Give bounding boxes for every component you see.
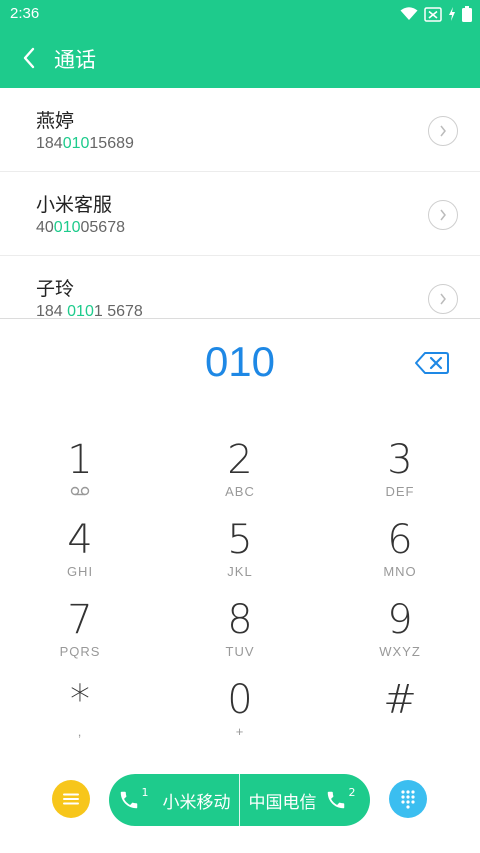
number-segment: 40	[36, 219, 54, 236]
key-letters: +	[235, 724, 245, 739]
phone-icon	[327, 791, 344, 809]
number-segment: 1 5678	[93, 303, 143, 318]
key-0[interactable]: 0 +	[180, 678, 300, 758]
key-hash[interactable]: #	[340, 678, 460, 758]
key-letters: MNO	[383, 564, 417, 579]
key-3[interactable]: 3 DEF	[340, 438, 460, 518]
app-bar: 通话	[0, 28, 480, 88]
menu-button[interactable]	[52, 780, 90, 818]
sim1-label: 小米移动	[162, 792, 231, 813]
key-digit: 1	[67, 437, 93, 483]
key-8[interactable]: 8 TUV	[180, 598, 300, 678]
key-letters: TUV	[225, 644, 255, 659]
back-button[interactable]	[14, 43, 44, 73]
wifi-icon	[400, 7, 418, 21]
contact-row[interactable]: 子玲 184 0101 5678	[0, 256, 480, 318]
status-icons	[400, 6, 472, 22]
keypad-toggle-button[interactable]	[389, 780, 427, 818]
contact-name: 燕婷	[36, 110, 75, 132]
key-letters: PQRS	[59, 644, 101, 659]
key-digit: 6	[387, 517, 413, 563]
number-match-highlight: 010	[62, 135, 90, 152]
key-digit: #	[383, 677, 417, 723]
phone-icon	[120, 791, 137, 809]
contact-name: 小米客服	[36, 194, 113, 216]
contact-detail-button[interactable]	[428, 200, 458, 230]
dialed-number-display: 010	[204, 338, 276, 385]
number-segment: 15689	[89, 135, 134, 152]
sim2-index: 2	[348, 785, 356, 799]
key-6[interactable]: 6 MNO	[340, 518, 460, 598]
key-letters: GHI	[66, 564, 94, 579]
call-sim2-button[interactable]: 中国电信 2	[240, 774, 370, 826]
key-digit: 7	[67, 597, 93, 643]
number-segment: 184	[36, 303, 68, 318]
key-letters: WXYZ	[379, 644, 421, 659]
sim1-index: 1	[141, 785, 149, 799]
page-title: 通话	[54, 48, 96, 72]
call-button-group: 1 小米移动 中国电信 2	[109, 774, 370, 826]
number-segment: 05678	[80, 219, 126, 236]
number-match-highlight: 010	[67, 303, 94, 318]
key-2[interactable]: 2 ABC	[180, 438, 300, 518]
backspace-button[interactable]	[414, 350, 450, 376]
key-letters: ABC	[225, 484, 255, 499]
contact-row[interactable]: 燕婷 18401015689	[0, 88, 480, 172]
battery-icon	[462, 6, 472, 22]
key-digit: 4	[67, 517, 93, 563]
bottom-action-bar: 1 小米移动 中国电信 2	[0, 770, 480, 830]
sim2-label: 中国电信	[248, 792, 317, 813]
key-4[interactable]: 4 GHI	[20, 518, 140, 598]
key-digit: 9	[387, 597, 413, 643]
key-digit: 2	[227, 437, 253, 483]
sim-no-signal-icon	[424, 6, 442, 22]
key-digit: 0	[227, 677, 253, 723]
key-letters: JKL	[227, 564, 253, 579]
contact-row[interactable]: 小米客服 4001005678	[0, 172, 480, 256]
divider	[0, 318, 480, 319]
contact-number: 18401015689	[36, 135, 134, 153]
key-letters: DEF	[385, 484, 415, 499]
key-letters: ,	[77, 724, 83, 739]
dialpad-icon	[401, 790, 415, 809]
number-segment: 184	[36, 135, 63, 152]
status-bar: 2:36	[0, 0, 480, 28]
charging-icon	[448, 7, 456, 21]
contact-detail-button[interactable]	[428, 116, 458, 146]
contact-detail-button[interactable]	[428, 284, 458, 314]
key-digit: 5	[227, 517, 253, 563]
backspace-icon	[415, 352, 449, 374]
contact-number: 184 0101 5678	[36, 303, 143, 318]
chevron-right-icon	[440, 125, 446, 137]
key-7[interactable]: 7 PQRS	[20, 598, 140, 678]
call-sim1-button[interactable]: 1 小米移动	[109, 774, 239, 826]
key-digit: *	[70, 677, 90, 723]
key-digit: 8	[227, 597, 253, 643]
chevron-left-icon	[23, 47, 35, 69]
contact-number: 4001005678	[36, 219, 125, 237]
voicemail-icon	[20, 484, 140, 500]
contact-suggestion-list: 燕婷 18401015689 小米客服 4001005678 子玲 184 01…	[0, 88, 480, 318]
number-match-highlight: 010	[53, 219, 81, 236]
key-star[interactable]: * ,	[20, 678, 140, 758]
key-5[interactable]: 5 JKL	[180, 518, 300, 598]
contact-name: 子玲	[36, 278, 75, 300]
key-digit: 3	[387, 437, 413, 483]
menu-icon	[63, 793, 79, 805]
key-9[interactable]: 9 WXYZ	[340, 598, 460, 678]
chevron-right-icon	[440, 209, 446, 221]
status-time: 2:36	[10, 5, 40, 22]
key-1[interactable]: 1	[20, 438, 140, 518]
chevron-right-icon	[440, 293, 446, 305]
